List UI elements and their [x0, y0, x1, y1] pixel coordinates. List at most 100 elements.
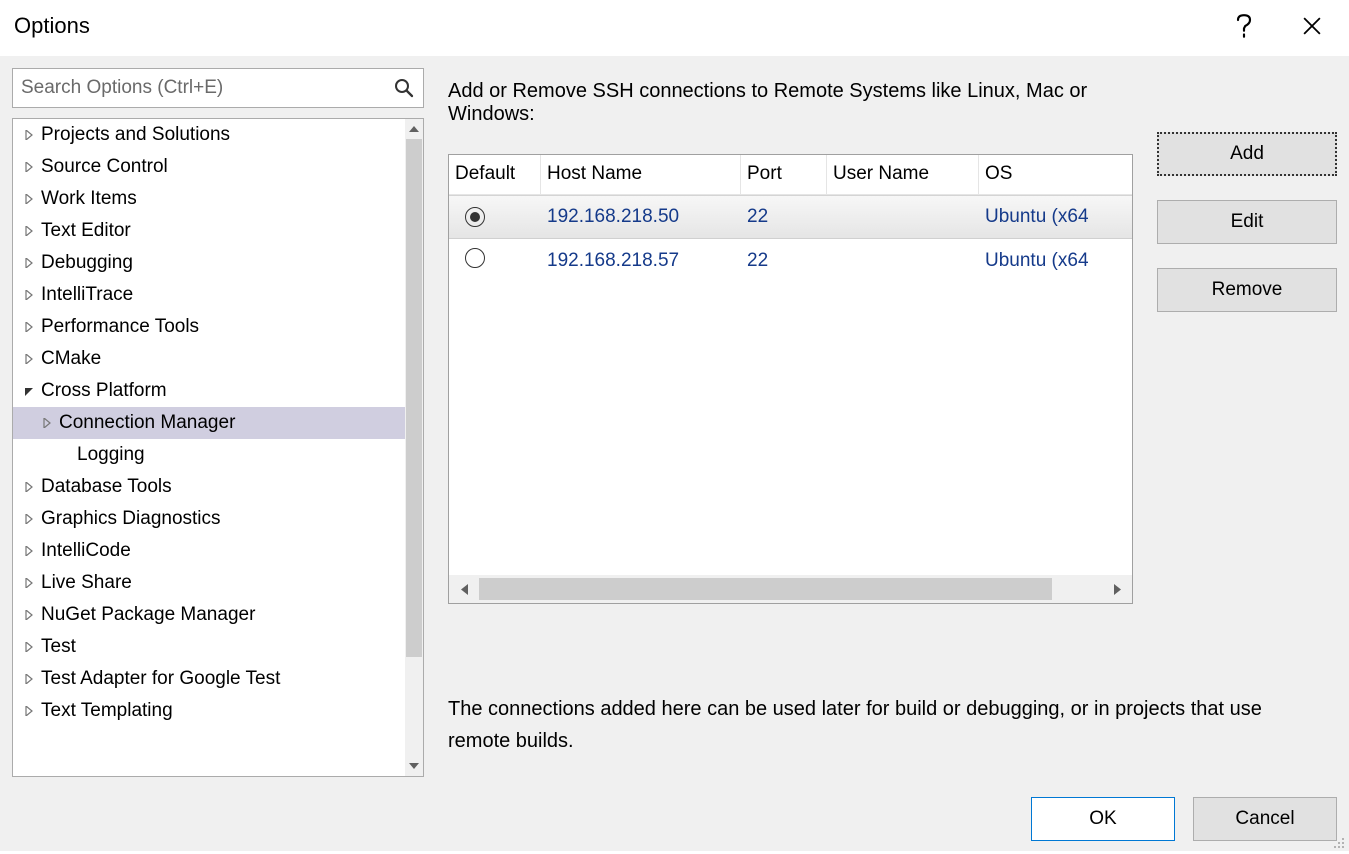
tree-item-label: CMake [41, 348, 101, 370]
tree-item[interactable]: Performance Tools [13, 311, 405, 343]
close-button[interactable] [1289, 8, 1335, 44]
tree-item-label: Logging [77, 444, 145, 466]
chevron-right-icon[interactable] [21, 258, 37, 268]
tree-item-label: NuGet Package Manager [41, 604, 255, 626]
scroll-left-arrow-icon[interactable] [449, 575, 479, 603]
tree-item-label: Cross Platform [41, 380, 167, 402]
table-hscrollbar[interactable] [449, 575, 1132, 603]
main-panel: Add or Remove SSH connections to Remote … [448, 68, 1337, 777]
chevron-right-icon[interactable] [21, 546, 37, 556]
chevron-down-icon[interactable] [21, 386, 37, 396]
tree-item[interactable]: Projects and Solutions [13, 119, 405, 151]
chevron-right-icon[interactable] [21, 162, 37, 172]
scroll-down-arrow-icon[interactable] [405, 756, 423, 776]
tree-item[interactable]: Test [13, 631, 405, 663]
tree-scrollbar[interactable] [405, 119, 423, 776]
tree-item[interactable]: Database Tools [13, 471, 405, 503]
section-heading: Add or Remove SSH connections to Remote … [448, 80, 1133, 126]
search-icon [393, 77, 415, 99]
col-default[interactable]: Default [449, 155, 541, 195]
scroll-up-arrow-icon[interactable] [405, 119, 423, 139]
resize-grip-icon[interactable] [1331, 833, 1347, 849]
search-box[interactable] [12, 68, 424, 108]
scroll-track[interactable] [405, 139, 423, 756]
tree-item[interactable]: Graphics Diagnostics [13, 503, 405, 535]
table-row[interactable]: 192.168.218.5722Ubuntu (x64 [449, 239, 1132, 283]
tree-item-label: IntelliTrace [41, 284, 133, 306]
cell-port: 22 [741, 250, 827, 272]
tree-item-label: Test [41, 636, 76, 658]
tree-item[interactable]: Work Items [13, 183, 405, 215]
chevron-right-icon[interactable] [39, 418, 55, 428]
cancel-button[interactable]: Cancel [1193, 797, 1337, 841]
connections-table: Default Host Name Port User Name OS 192.… [448, 154, 1133, 604]
chevron-right-icon[interactable] [21, 578, 37, 588]
tree-item-label: Connection Manager [59, 412, 235, 434]
tree-item-label: Performance Tools [41, 316, 199, 338]
scroll-thumb[interactable] [406, 139, 422, 657]
tree-item-label: Database Tools [41, 476, 172, 498]
tree-item-label: Source Control [41, 156, 168, 178]
cell-default[interactable] [449, 206, 541, 228]
help-icon [1236, 14, 1252, 38]
chevron-right-icon[interactable] [21, 194, 37, 204]
table-body: 192.168.218.5022Ubuntu (x64192.168.218.5… [449, 195, 1132, 575]
tree-item-label: IntelliCode [41, 540, 131, 562]
tree-item-label: Test Adapter for Google Test [41, 668, 280, 690]
tree-item-label: Text Templating [41, 700, 173, 722]
remove-button[interactable]: Remove [1157, 268, 1337, 312]
tree-item[interactable]: IntelliTrace [13, 279, 405, 311]
ok-button[interactable]: OK [1031, 797, 1175, 841]
tree-item-label: Live Share [41, 572, 132, 594]
tree-item-label: Projects and Solutions [41, 124, 230, 146]
options-dialog: Options Projects and Solutions Source Con… [0, 0, 1349, 851]
hscroll-thumb[interactable] [479, 578, 1052, 600]
col-os[interactable]: OS [979, 155, 1132, 195]
chevron-right-icon[interactable] [21, 354, 37, 364]
col-host[interactable]: Host Name [541, 155, 741, 195]
chevron-right-icon[interactable] [21, 610, 37, 620]
scroll-right-arrow-icon[interactable] [1102, 575, 1132, 603]
cell-default[interactable] [449, 248, 541, 274]
tree-item[interactable]: NuGet Package Manager [13, 599, 405, 631]
tree-item[interactable]: Text Editor [13, 215, 405, 247]
tree-item[interactable]: Test Adapter for Google Test [13, 663, 405, 695]
tree-item[interactable]: Logging [13, 439, 405, 471]
cell-os: Ubuntu (x64 [979, 250, 1132, 272]
chevron-right-icon[interactable] [21, 514, 37, 524]
default-radio[interactable] [465, 248, 485, 268]
chevron-right-icon[interactable] [21, 482, 37, 492]
tree-item[interactable]: Cross Platform [13, 375, 405, 407]
edit-button[interactable]: Edit [1157, 200, 1337, 244]
search-input[interactable] [21, 77, 393, 99]
table-row[interactable]: 192.168.218.5022Ubuntu (x64 [449, 195, 1132, 239]
content-area: Projects and Solutions Source Control Work… [0, 56, 1349, 777]
main-top: Add or Remove SSH connections to Remote … [448, 80, 1337, 655]
tree-item[interactable]: Connection Manager [13, 407, 405, 439]
options-tree[interactable]: Projects and Solutions Source Control Work… [13, 119, 405, 776]
add-button[interactable]: Add [1157, 132, 1337, 176]
tree-item-label: Text Editor [41, 220, 131, 242]
tree-item[interactable]: Debugging [13, 247, 405, 279]
action-buttons: Add Edit Remove [1157, 80, 1337, 655]
default-radio[interactable] [465, 207, 485, 227]
tree-item[interactable]: Source Control [13, 151, 405, 183]
tree-item[interactable]: Text Templating [13, 695, 405, 727]
hscroll-track[interactable] [479, 575, 1102, 603]
tree-item[interactable]: IntelliCode [13, 535, 405, 567]
options-tree-container: Projects and Solutions Source Control Work… [12, 118, 424, 777]
help-button[interactable] [1221, 8, 1267, 44]
chevron-right-icon[interactable] [21, 642, 37, 652]
chevron-right-icon[interactable] [21, 226, 37, 236]
chevron-right-icon[interactable] [21, 322, 37, 332]
window-title: Options [14, 13, 1199, 39]
tree-item[interactable]: CMake [13, 343, 405, 375]
col-user[interactable]: User Name [827, 155, 979, 195]
tree-item[interactable]: Live Share [13, 567, 405, 599]
col-port[interactable]: Port [741, 155, 827, 195]
chevron-right-icon[interactable] [21, 290, 37, 300]
chevron-right-icon[interactable] [21, 130, 37, 140]
chevron-right-icon[interactable] [21, 706, 37, 716]
chevron-right-icon[interactable] [21, 674, 37, 684]
section-note: The connections added here can be used l… [448, 693, 1268, 757]
